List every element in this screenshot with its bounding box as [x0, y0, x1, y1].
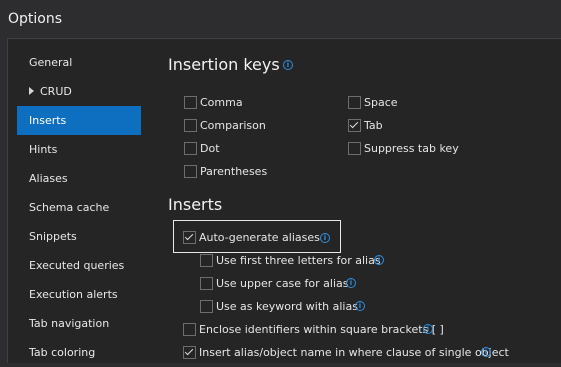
nav-item-hints[interactable]: Hints	[17, 135, 141, 164]
nav-item-label: Tab coloring	[29, 346, 96, 359]
comparison-checkbox[interactable]	[184, 119, 197, 132]
tab-checkbox[interactable]	[348, 119, 361, 132]
dot-label: Dot	[200, 142, 220, 155]
suppress-tab-key-checkbox[interactable]	[348, 142, 361, 155]
nav-item-label: Tab navigation	[29, 317, 110, 330]
nav-item-label: Hints	[29, 143, 58, 156]
nav-item-label: Executed queries	[29, 259, 125, 272]
nav-item-label: CRUD	[40, 85, 72, 98]
inserts-title: Inserts	[168, 195, 223, 214]
upper-case-alias-label: Use upper case for alias	[216, 277, 349, 290]
insertion-keys-title: Insertion keys	[168, 55, 280, 74]
comparison-label: Comparison	[200, 119, 266, 132]
info-icon[interactable]: i	[423, 324, 433, 334]
nav-item-label: Execution alerts	[29, 288, 118, 301]
nav-item-executed-queries[interactable]: Executed queries	[17, 251, 141, 280]
nav-item-label: General	[29, 56, 73, 69]
comma-label: Comma	[200, 96, 243, 109]
nav-item-tab-coloring[interactable]: Tab coloring	[17, 338, 141, 367]
tab-label: Tab	[364, 119, 383, 132]
suppress-tab-key-label: Suppress tab key	[364, 142, 459, 155]
options-panel: General CRUD Inserts Hints Aliases Schem…	[7, 38, 561, 363]
nav-item-general[interactable]: General	[17, 48, 141, 77]
nav-item-crud[interactable]: CRUD	[17, 77, 141, 106]
dot-checkbox[interactable]	[184, 142, 197, 155]
square-brackets-label: Enclose identifiers within square bracke…	[199, 323, 444, 336]
nav-item-inserts[interactable]: Inserts	[17, 106, 141, 135]
nav-item-snippets[interactable]: Snippets	[17, 222, 141, 251]
info-icon[interactable]: i	[481, 347, 491, 357]
square-brackets-checkbox[interactable]	[183, 323, 196, 336]
comma-checkbox[interactable]	[184, 96, 197, 109]
where-clause-alias-label: Insert alias/object name in where clause…	[199, 346, 509, 359]
info-icon[interactable]: i	[374, 255, 384, 265]
info-icon[interactable]: i	[346, 278, 356, 288]
info-icon[interactable]: i	[355, 301, 365, 311]
auto-generate-aliases-checkbox[interactable]	[183, 231, 196, 244]
sidebar-nav: General CRUD Inserts Hints Aliases Schem…	[17, 48, 141, 367]
upper-case-alias-checkbox[interactable]	[200, 277, 213, 290]
nav-item-label: Inserts	[29, 114, 67, 127]
first-three-letters-label: Use first three letters for alias	[216, 254, 381, 267]
title-bar: Options	[0, 0, 561, 38]
nav-item-label: Snippets	[29, 230, 77, 243]
info-icon[interactable]: i	[320, 233, 330, 243]
chevron-right-icon[interactable]	[29, 87, 34, 95]
where-clause-alias-checkbox[interactable]	[183, 346, 196, 359]
nav-item-execution-alerts[interactable]: Execution alerts	[17, 280, 141, 309]
as-keyword-alias-checkbox[interactable]	[200, 300, 213, 313]
space-label: Space	[364, 96, 398, 109]
window-title: Options	[8, 11, 63, 27]
as-keyword-alias-label: Use as keyword with alias	[216, 300, 358, 313]
info-icon[interactable]: i	[283, 60, 293, 70]
parentheses-label: Parentheses	[200, 165, 268, 178]
nav-item-label: Schema cache	[29, 201, 110, 214]
nav-item-tab-navigation[interactable]: Tab navigation	[17, 309, 141, 338]
auto-generate-aliases-label: Auto-generate aliases	[199, 231, 320, 244]
nav-item-label: Aliases	[29, 172, 68, 185]
nav-item-aliases[interactable]: Aliases	[17, 164, 141, 193]
first-three-letters-checkbox[interactable]	[200, 254, 213, 267]
space-checkbox[interactable]	[348, 96, 361, 109]
parentheses-checkbox[interactable]	[184, 165, 197, 178]
nav-item-schema-cache[interactable]: Schema cache	[17, 193, 141, 222]
